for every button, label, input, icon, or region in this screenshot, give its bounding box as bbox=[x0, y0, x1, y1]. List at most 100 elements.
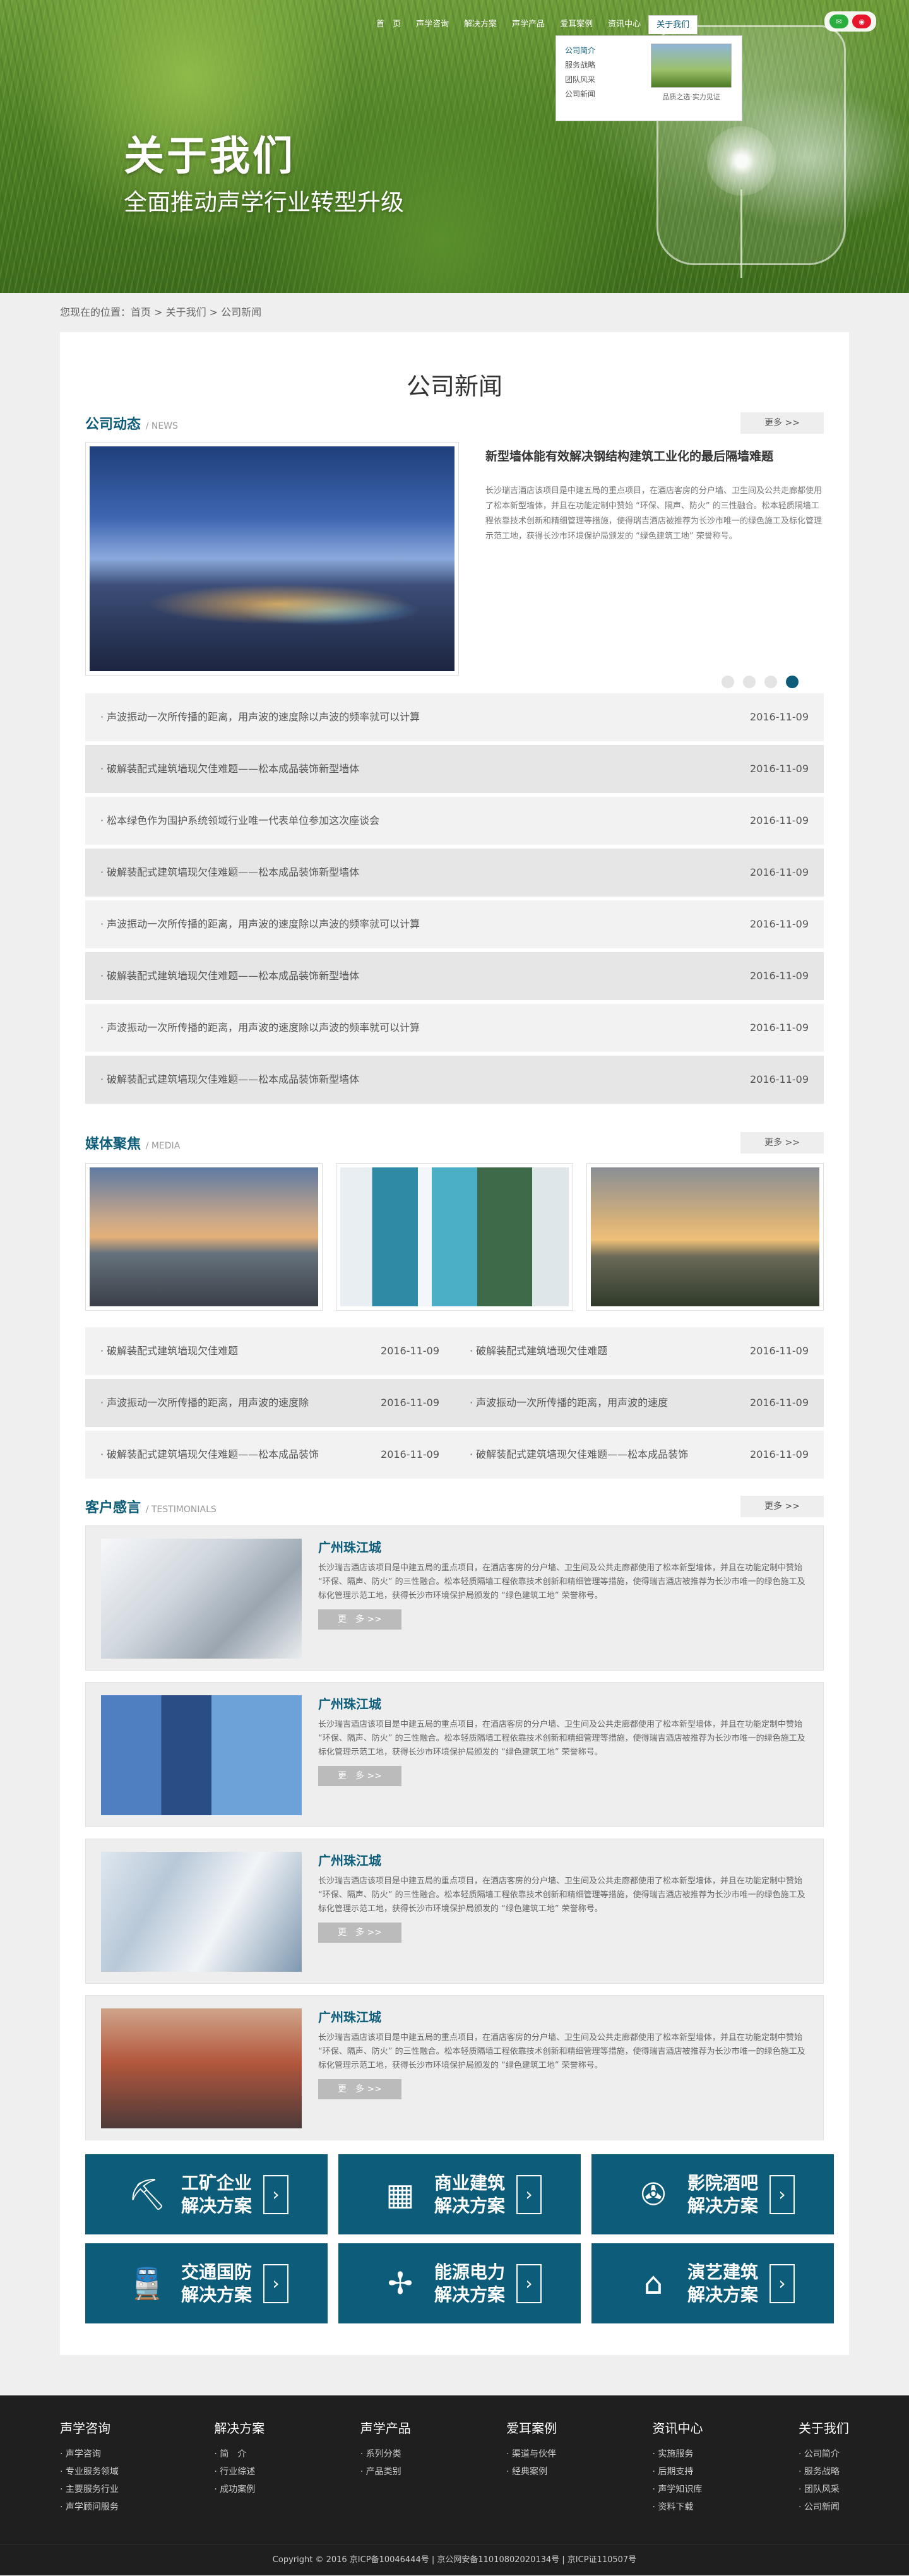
dropdown-item-team[interactable]: 团队风采 bbox=[565, 73, 639, 87]
footer-link[interactable]: · 声学顾问服务 bbox=[60, 2498, 119, 2516]
solution-tile-energy[interactable]: ✢ 能源电力 解决方案 › bbox=[338, 2243, 581, 2323]
news-row[interactable]: · 声波振动一次所传播的距离，用声波的速度除以声波的频率就可以计算 2016-11… bbox=[85, 1004, 824, 1052]
dropdown-item-company-intro[interactable]: 公司简介 bbox=[565, 44, 639, 58]
news-row-date: 2016-11-09 bbox=[750, 970, 809, 982]
featured-news-title[interactable]: 新型墙体能有效解决钢结构建筑工业化的最后隔墙难题 bbox=[485, 447, 824, 466]
chevron-right-icon: › bbox=[263, 2263, 288, 2303]
weibo-icon[interactable]: ◉ bbox=[852, 15, 871, 28]
nav-item-cases[interactable]: 爱耳案例 bbox=[552, 15, 600, 34]
footer-column-title[interactable]: 爱耳案例 bbox=[506, 2418, 557, 2436]
dandelion-stem-decoration bbox=[740, 189, 742, 278]
testimonials-more-button[interactable]: 更多 >> bbox=[740, 1496, 824, 1517]
news-row[interactable]: · 松本绿色作为围护系统领域行业唯一代表单位参加这次座谈会 2016-11-09 bbox=[85, 797, 824, 845]
carousel-dot-active[interactable] bbox=[786, 676, 799, 688]
carousel-dot[interactable] bbox=[722, 676, 734, 688]
testimonial-more-button[interactable]: 更 多 >> bbox=[318, 2079, 401, 2099]
solution-tile-industrial[interactable]: ⛏ 工矿企业 解决方案 › bbox=[85, 2154, 328, 2234]
testimonial-more-button[interactable]: 更 多 >> bbox=[318, 1609, 401, 1630]
dropdown-item-company-news[interactable]: 公司新闻 bbox=[565, 87, 639, 102]
nav-item-solutions[interactable]: 解决方案 bbox=[456, 15, 504, 34]
media-item[interactable]: · 破解装配式建筑墙现欠佳难题 2016-11-09 bbox=[454, 1327, 824, 1375]
testimonial-more-button[interactable]: 更 多 >> bbox=[318, 1766, 401, 1786]
testimonial-more-button[interactable]: 更 多 >> bbox=[318, 1923, 401, 1943]
nav-item-acoustic-consulting[interactable]: 声学咨询 bbox=[408, 15, 456, 34]
news-row[interactable]: · 破解装配式建筑墙现欠佳难题——松本成品装饰新型墙体 2016-11-09 bbox=[85, 952, 824, 1000]
solution-tile-cinema[interactable]: ✇ 影院酒吧 解决方案 › bbox=[591, 2154, 834, 2234]
solution-label: 演艺建筑 解决方案 bbox=[687, 2261, 758, 2306]
footer-link[interactable]: · 渠道与伙伴 bbox=[506, 2445, 557, 2463]
testimonial-image[interactable] bbox=[101, 1695, 302, 1815]
dropdown-item-service-strategy[interactable]: 服务战略 bbox=[565, 58, 639, 73]
nav-item-news-center[interactable]: 资讯中心 bbox=[600, 15, 648, 34]
footer-link[interactable]: · 产品类别 bbox=[360, 2463, 411, 2481]
dropdown-promo[interactable]: 品质之选·实力见证 bbox=[651, 44, 732, 113]
footer-link[interactable]: · 经典案例 bbox=[506, 2463, 557, 2481]
footer-column-title[interactable]: 声学咨询 bbox=[60, 2418, 119, 2436]
testimonial-image[interactable] bbox=[101, 1539, 302, 1659]
footer-link[interactable]: · 行业综述 bbox=[214, 2463, 264, 2481]
news-row[interactable]: · 破解装配式建筑墙现欠佳难题——松本成品装饰新型墙体 2016-11-09 bbox=[85, 849, 824, 897]
media-item[interactable]: · 破解装配式建筑墙现欠佳难题 2016-11-09 bbox=[85, 1327, 454, 1375]
footer-link[interactable]: · 后期支持 bbox=[653, 2463, 703, 2481]
footer-links: · 实施服务 · 后期支持 · 声学知识库 · 资料下载 bbox=[653, 2445, 703, 2516]
media-item[interactable]: · 声波振动一次所传播的距离，用声波的速度除 2016-11-09 bbox=[85, 1379, 454, 1427]
footer-link[interactable]: · 主要服务行业 bbox=[60, 2481, 119, 2498]
testimonial-name[interactable]: 广州珠江城 bbox=[318, 1539, 808, 1556]
testimonial-image[interactable] bbox=[101, 2008, 302, 2128]
carousel-dot[interactable] bbox=[743, 676, 756, 688]
media-image[interactable] bbox=[85, 1163, 323, 1311]
solution-label-line1: 演艺建筑 bbox=[687, 2261, 758, 2282]
news-row[interactable]: · 破解装配式建筑墙现欠佳难题——松本成品装饰新型墙体 2016-11-09 bbox=[85, 1056, 824, 1104]
footer-column-title[interactable]: 解决方案 bbox=[214, 2418, 264, 2436]
about-us-dropdown: 公司简介 服务战略 团队风采 公司新闻 品质之选·实力见证 bbox=[556, 35, 742, 121]
media-image[interactable] bbox=[586, 1163, 824, 1311]
news-row-title: · 声波振动一次所传播的距离，用声波的速度除以声波的频率就可以计算 bbox=[100, 1022, 420, 1034]
wechat-icon[interactable]: ✉ bbox=[829, 15, 848, 28]
testimonial-name[interactable]: 广州珠江城 bbox=[318, 1695, 808, 1713]
news-more-button[interactable]: 更多 >> bbox=[740, 412, 824, 434]
news-row[interactable]: · 声波振动一次所传播的距离，用声波的速度除以声波的频率就可以计算 2016-11… bbox=[85, 900, 824, 948]
solution-tile-performance[interactable]: ⌂ 演艺建筑 解决方案 › bbox=[591, 2243, 834, 2323]
media-more-button[interactable]: 更多 >> bbox=[740, 1132, 824, 1154]
footer-link[interactable]: · 团队风采 bbox=[799, 2481, 849, 2498]
carousel-dots bbox=[722, 676, 799, 688]
news-section-title: 公司动态 / NEWS bbox=[85, 413, 178, 433]
solution-tile-transport[interactable]: 🚆 交通国防 解决方案 › bbox=[85, 2243, 328, 2323]
content-card: 公司新闻 公司动态 / NEWS 更多 >> 新型墙体能有效解决钢结构建筑工业化… bbox=[60, 332, 849, 2355]
footer-link[interactable]: · 资料下载 bbox=[653, 2498, 703, 2516]
building-icon: ▦ bbox=[386, 2176, 415, 2212]
nav-item-products[interactable]: 声学产品 bbox=[504, 15, 552, 34]
footer-link[interactable]: · 系列分类 bbox=[360, 2445, 411, 2463]
solution-tile-commercial[interactable]: ▦ 商业建筑 解决方案 › bbox=[338, 2154, 581, 2234]
breadcrumb[interactable]: 您现在的位置：首页 > 关于我们 > 公司新闻 bbox=[60, 293, 849, 332]
footer-link[interactable]: · 公司简介 bbox=[799, 2445, 849, 2463]
footer-link[interactable]: · 专业服务领域 bbox=[60, 2463, 119, 2481]
nav-item-about-us[interactable]: 关于我们 bbox=[648, 15, 698, 34]
nav-item-home[interactable]: 首 页 bbox=[369, 15, 408, 34]
footer-column-title[interactable]: 关于我们 bbox=[799, 2418, 849, 2436]
featured-news-image[interactable] bbox=[85, 442, 459, 676]
footer-link[interactable]: · 简 介 bbox=[214, 2445, 264, 2463]
testimonial-text: 长沙瑞吉酒店该项目是中建五局的重点项目，在酒店客房的分户墙、卫生间及公共走廊都使… bbox=[318, 1563, 805, 1601]
footer-link[interactable]: · 实施服务 bbox=[653, 2445, 703, 2463]
solution-label-line2: 解决方案 bbox=[687, 2195, 758, 2216]
footer-link[interactable]: · 公司新闻 bbox=[799, 2498, 849, 2516]
footer-link[interactable]: · 服务战略 bbox=[799, 2463, 849, 2481]
media-image[interactable] bbox=[336, 1163, 573, 1311]
footer-column-title[interactable]: 声学产品 bbox=[360, 2418, 411, 2436]
footer-column-title[interactable]: 资讯中心 bbox=[653, 2418, 703, 2436]
footer-columns: 声学咨询 · 声学咨询 · 专业服务领域 · 主要服务行业 · 声学顾问服务 解… bbox=[60, 2418, 849, 2544]
media-item[interactable]: · 破解装配式建筑墙现欠佳难题——松本成品装饰 2016-11-09 bbox=[454, 1431, 824, 1479]
footer-link[interactable]: · 声学咨询 bbox=[60, 2445, 119, 2463]
news-row[interactable]: · 破解装配式建筑墙现欠佳难题——松本成品装饰新型墙体 2016-11-09 bbox=[85, 745, 824, 793]
footer-link[interactable]: · 声学知识库 bbox=[653, 2481, 703, 2498]
news-row[interactable]: · 声波振动一次所传播的距离，用声波的速度除以声波的频率就可以计算 2016-11… bbox=[85, 693, 824, 741]
footer-column: 资讯中心 · 实施服务 · 后期支持 · 声学知识库 · 资料下载 bbox=[653, 2418, 703, 2516]
testimonial-image[interactable] bbox=[101, 1852, 302, 1972]
footer-link[interactable]: · 成功案例 bbox=[214, 2481, 264, 2498]
carousel-dot[interactable] bbox=[764, 676, 777, 688]
media-item[interactable]: · 声波振动一次所传播的距离，用声波的速度 2016-11-09 bbox=[454, 1379, 824, 1427]
media-item[interactable]: · 破解装配式建筑墙现欠佳难题——松本成品装饰 2016-11-09 bbox=[85, 1431, 454, 1479]
testimonial-name[interactable]: 广州珠江城 bbox=[318, 1852, 808, 1869]
testimonial-name[interactable]: 广州珠江城 bbox=[318, 2008, 808, 2026]
